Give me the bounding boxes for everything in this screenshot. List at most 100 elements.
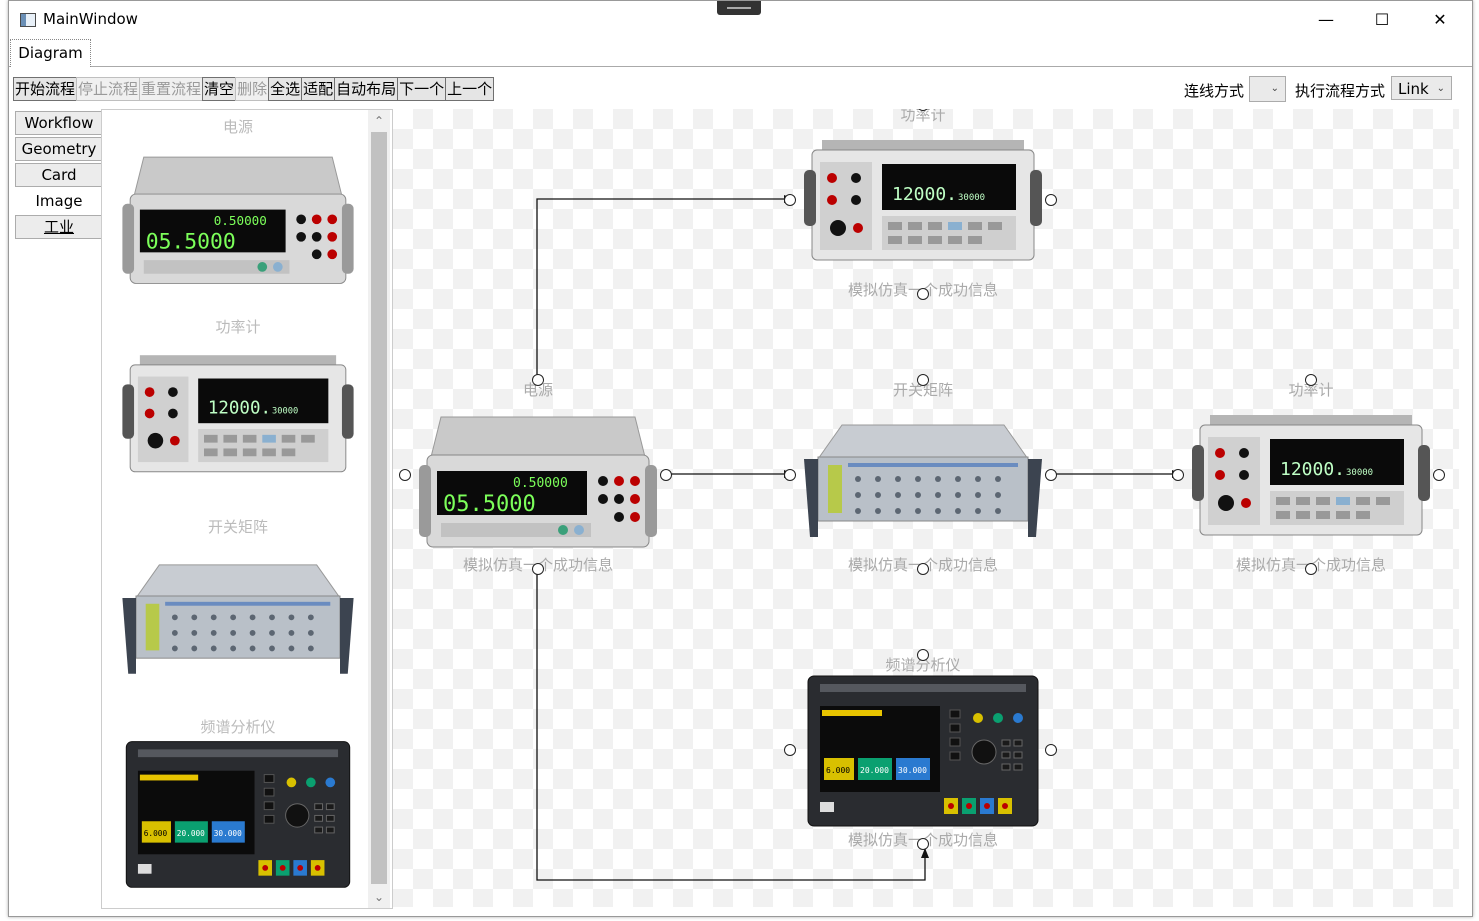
power-meter-image: 12000. 30000 xyxy=(122,355,354,473)
connector-port-left[interactable] xyxy=(1172,469,1184,481)
toolbar-button-3[interactable]: 重置流程 xyxy=(139,77,204,101)
connector-port-right[interactable] xyxy=(1433,469,1445,481)
title-bar[interactable]: MainWindow — ☐ ✕ xyxy=(9,1,1472,38)
chevron-down-icon: ⌄ xyxy=(1270,83,1279,94)
maximize-button[interactable]: ☐ xyxy=(1353,1,1411,38)
connector-port-left[interactable] xyxy=(399,469,411,481)
scroll-down-icon[interactable]: ⌄ xyxy=(368,890,390,904)
svg-text:30000: 30000 xyxy=(1346,468,1373,478)
connector-port-right[interactable] xyxy=(1045,194,1057,206)
svg-text:30.000: 30.000 xyxy=(214,829,242,838)
chevron-down-icon: ⌄ xyxy=(1436,83,1445,94)
link-mode-label: 连线方式 xyxy=(1184,82,1245,100)
connector-port-right[interactable] xyxy=(1045,744,1057,756)
palette-item-power-supply[interactable]: 电源 0.50000 05.5000 xyxy=(110,116,366,306)
svg-text:6.000: 6.000 xyxy=(826,766,850,775)
side-tab-2[interactable]: Geometry xyxy=(15,137,103,161)
spectrum-analyzer-image: 6.000 20.000 30.000 xyxy=(125,741,351,888)
svg-text:30000: 30000 xyxy=(272,406,298,416)
svg-text:20.000: 20.000 xyxy=(860,766,889,775)
toolbar-button-5[interactable]: 删除 xyxy=(235,77,270,101)
side-tab-4[interactable]: Image xyxy=(15,189,103,213)
spectrum-analyzer-image: 6.000 20.000 30.000 xyxy=(807,675,1039,827)
connector-port-left[interactable] xyxy=(784,194,796,206)
svg-text:30.000: 30.000 xyxy=(898,766,927,775)
close-button[interactable]: ✕ xyxy=(1411,1,1469,38)
side-tab-3[interactable]: Card xyxy=(15,163,103,187)
svg-text:05.5000: 05.5000 xyxy=(443,492,536,517)
exec-mode-value: Link xyxy=(1398,80,1429,98)
side-tab-1[interactable]: Workflow xyxy=(15,111,103,135)
drag-grip-handle[interactable] xyxy=(717,1,761,15)
node-image: 6.000 20.000 30.000 xyxy=(798,662,1048,837)
svg-text:30000: 30000 xyxy=(958,193,985,203)
switch-matrix-image xyxy=(804,424,1042,537)
tab-diagram[interactable]: Diagram xyxy=(10,39,91,67)
scroll-up-icon[interactable]: ⌃ xyxy=(368,114,390,128)
toolbar: 开始流程 停止流程 重置流程 清空 删除 全选 适配 自动布局 下一个 上一个 xyxy=(13,77,495,101)
palette-item-label: 频谱分析仪 xyxy=(200,718,276,736)
connector-port-bottom[interactable] xyxy=(532,563,544,575)
node-image xyxy=(798,387,1048,562)
diagram-node-switch[interactable]: 开关矩阵 模拟仿真一个成功信息 xyxy=(784,374,1057,575)
toolbar-button-10[interactable]: 上一个 xyxy=(445,77,495,101)
main-window: MainWindow — ☐ ✕ Diagram 开始流程 停止流程 重置流程 清空删… xyxy=(8,0,1473,917)
link-power-to-meter-top[interactable] xyxy=(536,195,794,379)
palette-item-image: 6.000 20.000 30.000 xyxy=(110,728,366,898)
connector-port-top[interactable] xyxy=(532,374,544,386)
connector-port-right[interactable] xyxy=(660,469,672,481)
link-mode-combobox[interactable]: ⌄ xyxy=(1249,76,1286,102)
svg-text:12000.: 12000. xyxy=(892,184,957,205)
node-image: 0.50000 05.5000 xyxy=(413,387,663,562)
palette-item-label: 功率计 xyxy=(215,318,261,336)
connector-port-top[interactable] xyxy=(1305,374,1317,386)
connector-port-left[interactable] xyxy=(784,469,796,481)
palette-item-image xyxy=(110,528,366,698)
svg-text:12000.: 12000. xyxy=(208,398,271,418)
toolbar-button-6[interactable]: 全选 xyxy=(268,77,303,101)
minimize-button[interactable]: — xyxy=(1297,1,1355,38)
palette-item-power-meter[interactable]: 功率计 12000. 30000 xyxy=(110,316,366,506)
toolbar-button-9[interactable]: 下一个 xyxy=(397,77,447,101)
diagram-node-meter-top[interactable]: 功率计 12000. 30000 模拟仿真一个成功信息 xyxy=(784,109,1057,300)
palette-item-switch-matrix[interactable]: 开关矩阵 xyxy=(110,516,366,706)
diagram-canvas[interactable]: 电源 0.50000 05.5000 模拟仿真一个成功信息 功率计 xyxy=(393,109,1459,907)
switch-matrix-image xyxy=(122,564,354,674)
connector-port-top[interactable] xyxy=(917,374,929,386)
connector-port-top[interactable] xyxy=(917,649,929,661)
palette-item-image: 0.50000 05.5000 xyxy=(110,128,366,298)
svg-text:0.50000: 0.50000 xyxy=(214,213,267,228)
svg-text:6.000: 6.000 xyxy=(144,829,168,838)
connector-port-left[interactable] xyxy=(784,744,796,756)
diagram-node-spectrum[interactable]: 频谱分析仪 6.000 20.000 30.000 模拟仿真一个成功信息 xyxy=(784,649,1057,850)
node-image: 12000. 30000 xyxy=(1186,387,1436,562)
palette-panel: 电源 0.50000 05.5000 功率计 12000. 30000 开关矩阵… xyxy=(101,109,393,909)
scroll-thumb[interactable] xyxy=(371,132,387,884)
toolbar-button-1[interactable]: 开始流程 xyxy=(13,77,78,101)
toolbar-button-7[interactable]: 适配 xyxy=(301,77,336,101)
toolbar-button-8[interactable]: 自动布局 xyxy=(334,77,399,101)
toolbar-button-2[interactable]: 停止流程 xyxy=(76,77,141,101)
diagram-node-power[interactable]: 电源 0.50000 05.5000 模拟仿真一个成功信息 xyxy=(399,374,672,575)
diagram-node-meter-right[interactable]: 功率计 12000. 30000 模拟仿真一个成功信息 xyxy=(1172,374,1445,575)
connector-port-bottom[interactable] xyxy=(1305,563,1317,575)
connector-port-bottom[interactable] xyxy=(917,838,929,850)
svg-text:0.50000: 0.50000 xyxy=(513,476,568,491)
svg-text:05.5000: 05.5000 xyxy=(146,229,236,254)
tab-strip: Diagram xyxy=(9,38,1472,67)
side-tab-5[interactable]: 工业 xyxy=(15,215,103,239)
power-meter-image: 12000. 30000 xyxy=(804,140,1042,261)
palette-item-spectrum-analyzer[interactable]: 频谱分析仪 6.000 20.000 30.000 xyxy=(110,716,366,906)
palette-item-label: 电源 xyxy=(222,118,253,136)
connector-port-bottom[interactable] xyxy=(917,563,929,575)
power-meter-image: 12000. 30000 xyxy=(1192,415,1430,536)
toolbar-button-4[interactable]: 清空 xyxy=(202,77,237,101)
power-supply-image: 0.50000 05.5000 xyxy=(122,156,354,284)
connector-port-bottom[interactable] xyxy=(917,288,929,300)
exec-mode-combobox[interactable]: Link ⌄ xyxy=(1391,76,1452,100)
palette-scrollbar[interactable]: ⌃ ⌄ xyxy=(368,110,390,908)
node-title: 功率计 xyxy=(900,109,946,124)
connector-port-right[interactable] xyxy=(1045,469,1057,481)
app-window-icon xyxy=(20,13,36,27)
palette-item-image: 12000. 30000 xyxy=(110,328,366,498)
